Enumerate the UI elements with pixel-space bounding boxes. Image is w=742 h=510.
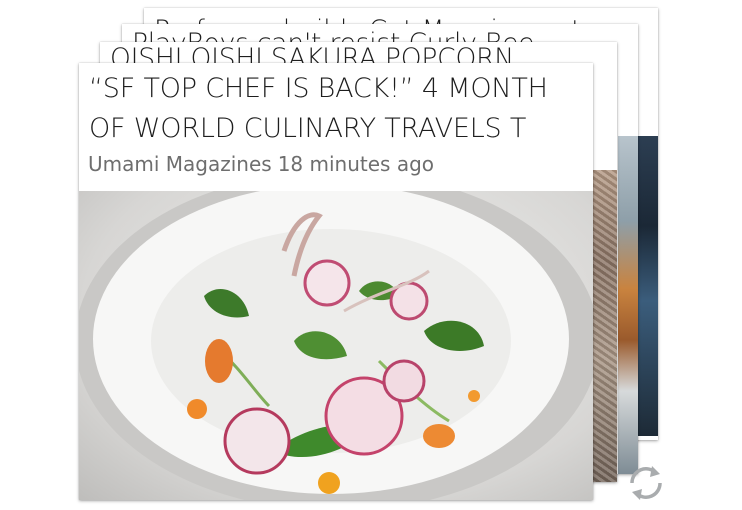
story-photo xyxy=(638,136,658,436)
story-photo xyxy=(591,170,617,482)
story-card-1[interactable]: “SF TOP CHEF IS BACK!” 4 MONTH OF WORLD … xyxy=(79,63,593,500)
refresh-icon[interactable] xyxy=(622,460,670,506)
card-stack: Professor builds Cat Mansion out PlayBoy… xyxy=(0,0,742,510)
story-source: Umami Magazines xyxy=(88,152,272,176)
story-photo xyxy=(618,136,638,474)
story-meta: Umami Magazines 18 minutes ago xyxy=(88,152,434,176)
dish-illustration xyxy=(79,191,593,500)
headline-line-1: “SF TOP CHEF IS BACK!” 4 MONTH xyxy=(89,73,548,104)
story-photo xyxy=(79,191,593,500)
headline-line-2: OF WORLD CULINARY TRAVELS T xyxy=(89,113,527,144)
story-time: 18 minutes ago xyxy=(277,152,435,176)
story-headline: “SF TOP CHEF IS BACK!” 4 MONTH OF WORLD … xyxy=(89,69,584,149)
